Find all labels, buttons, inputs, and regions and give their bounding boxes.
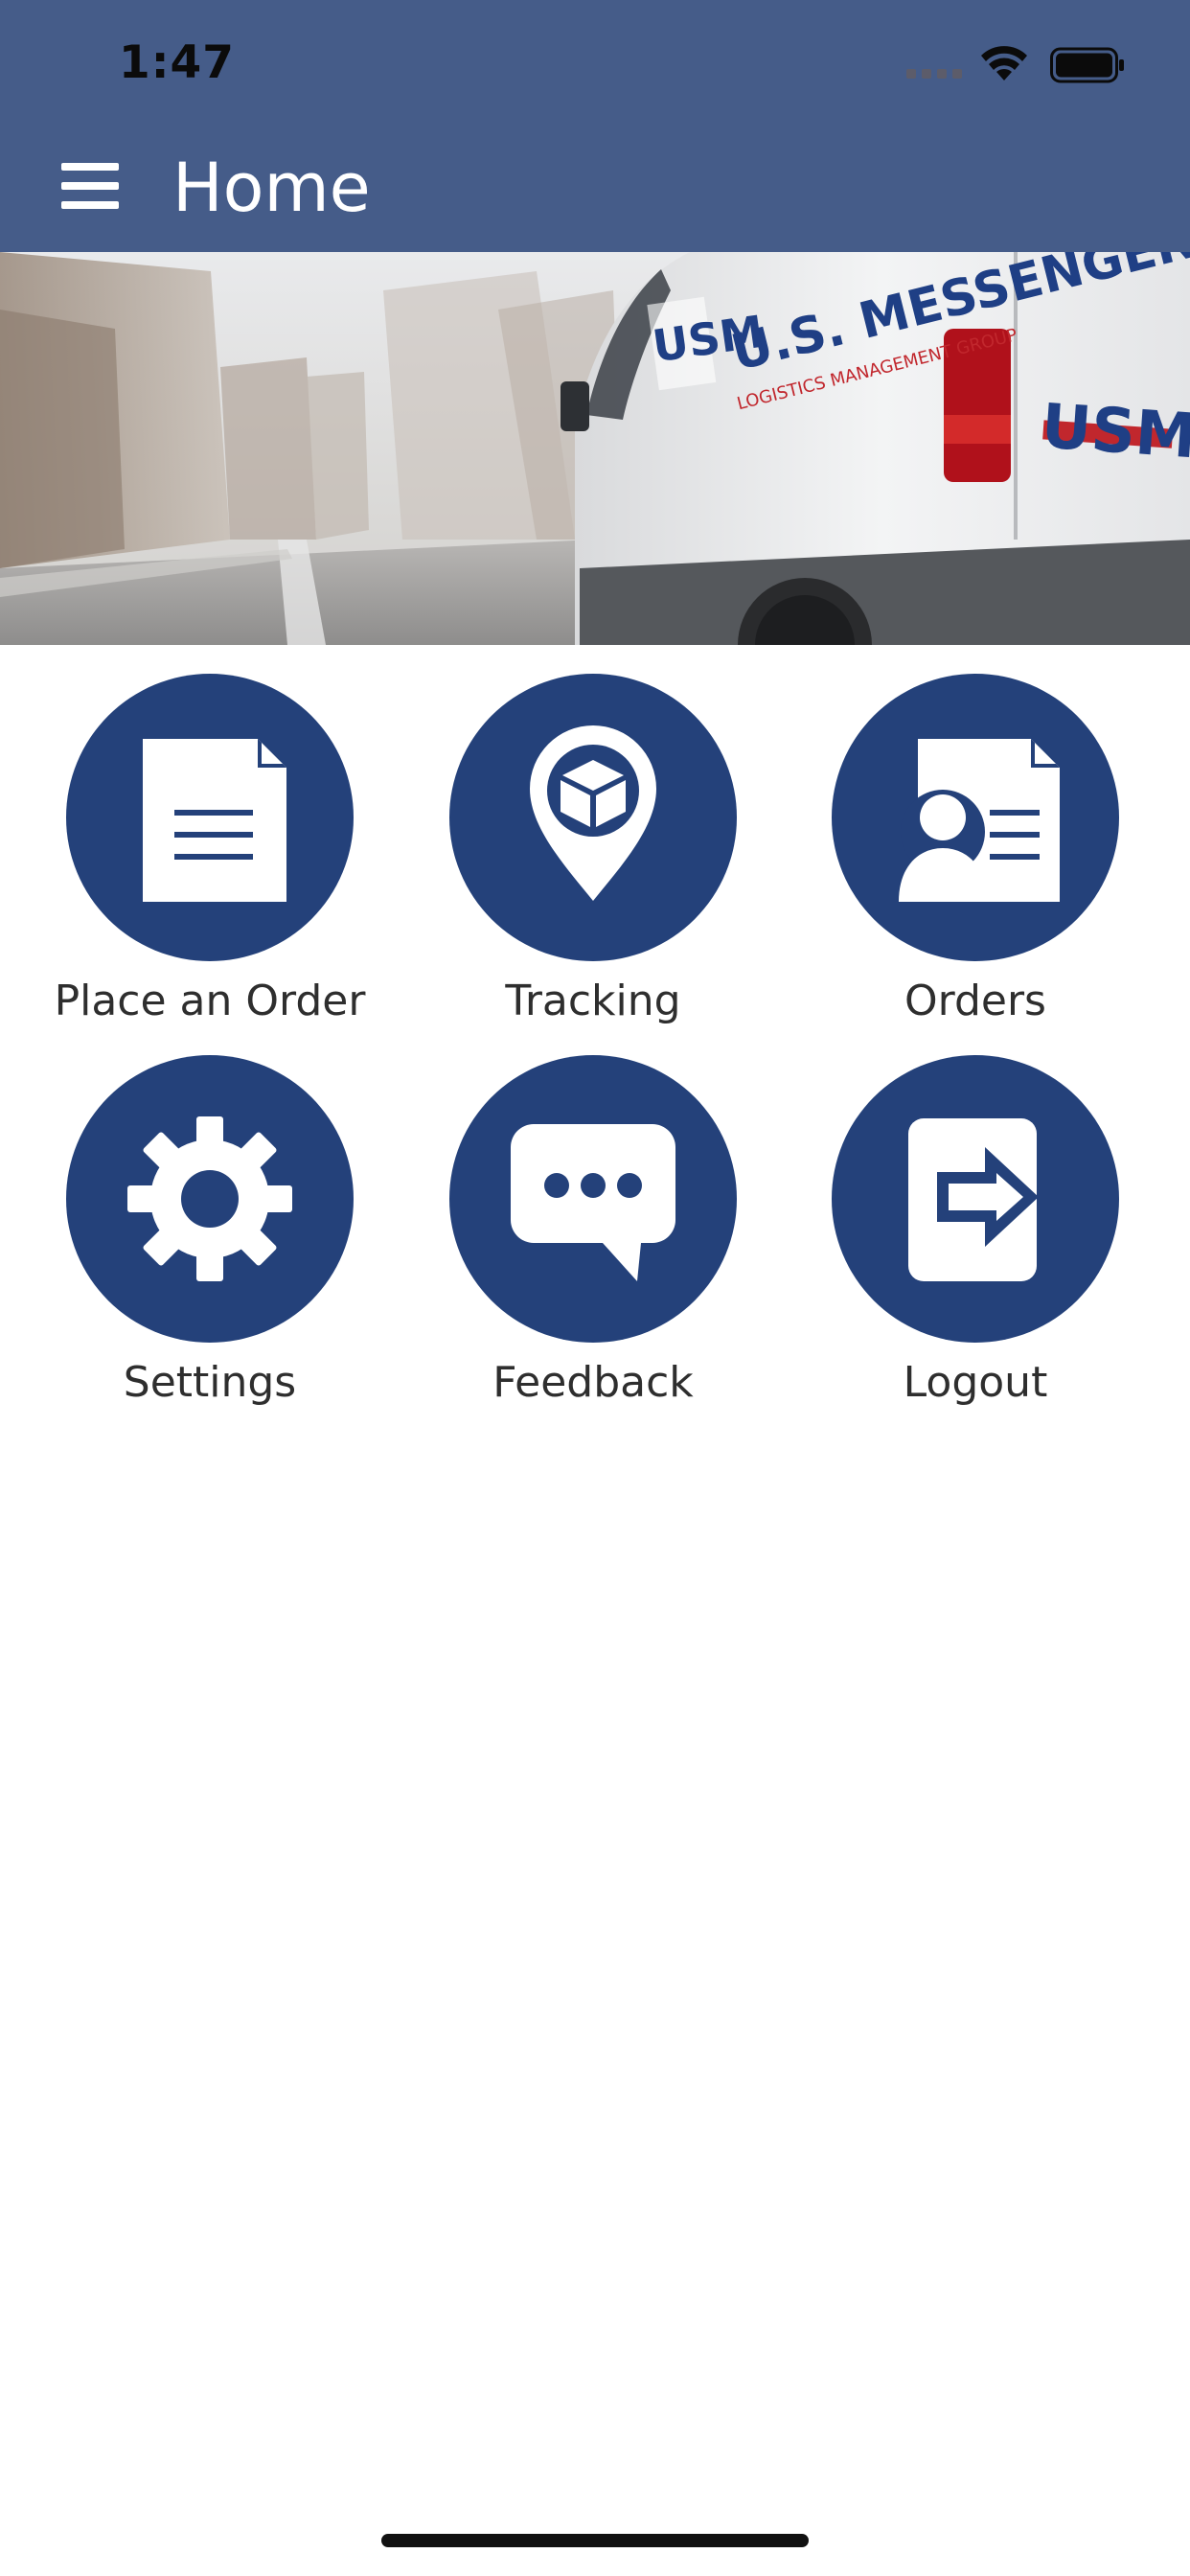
place-order-circle[interactable] <box>66 674 354 961</box>
settings-circle[interactable] <box>66 1055 354 1343</box>
logout-arrow-icon <box>908 1118 1039 1281</box>
logout-label: Logout <box>903 1358 1048 1407</box>
settings-button[interactable]: Settings <box>18 1055 401 1438</box>
document-icon <box>143 739 286 902</box>
package-location-pin-icon <box>530 725 656 901</box>
cellular-signal-icon <box>906 69 962 79</box>
tracking-label: Tracking <box>505 977 681 1025</box>
place-order-label: Place an Order <box>54 977 366 1025</box>
battery-icon <box>1050 47 1124 83</box>
logout-circle[interactable] <box>832 1055 1119 1343</box>
orders-button[interactable]: Orders <box>784 674 1167 1057</box>
orders-label: Orders <box>904 977 1046 1025</box>
logout-button[interactable]: Logout <box>784 1055 1167 1438</box>
home-screen: 1:47 Home U.S. MESSENGER LOGISTICS MANAG… <box>0 0 1190 2576</box>
gear-icon <box>127 1116 292 1281</box>
feedback-button[interactable]: Feedback <box>401 1055 785 1438</box>
tracking-button[interactable]: Tracking <box>401 674 785 1057</box>
feedback-label: Feedback <box>492 1358 694 1407</box>
feedback-circle[interactable] <box>449 1055 737 1343</box>
settings-label: Settings <box>123 1358 297 1407</box>
page-title: Home <box>172 149 371 227</box>
chat-bubble-icon <box>511 1124 675 1281</box>
hamburger-menu-icon[interactable] <box>57 161 125 211</box>
hero-banner: U.S. MESSENGER LOGISTICS MANAGEMENT GROU… <box>0 252 1190 645</box>
van-logo-rear: USM <box>1039 391 1190 472</box>
home-indicator[interactable] <box>381 2534 809 2547</box>
tracking-circle[interactable] <box>449 674 737 961</box>
orders-circle[interactable] <box>832 674 1119 961</box>
place-order-button[interactable]: Place an Order <box>18 674 401 1057</box>
delivery-van-photo: U.S. MESSENGER LOGISTICS MANAGEMENT GROU… <box>0 252 1190 645</box>
app-header: 1:47 Home <box>0 0 1190 252</box>
status-time: 1:47 <box>119 36 235 89</box>
user-document-icon <box>899 739 1060 902</box>
wifi-icon <box>981 46 1027 80</box>
